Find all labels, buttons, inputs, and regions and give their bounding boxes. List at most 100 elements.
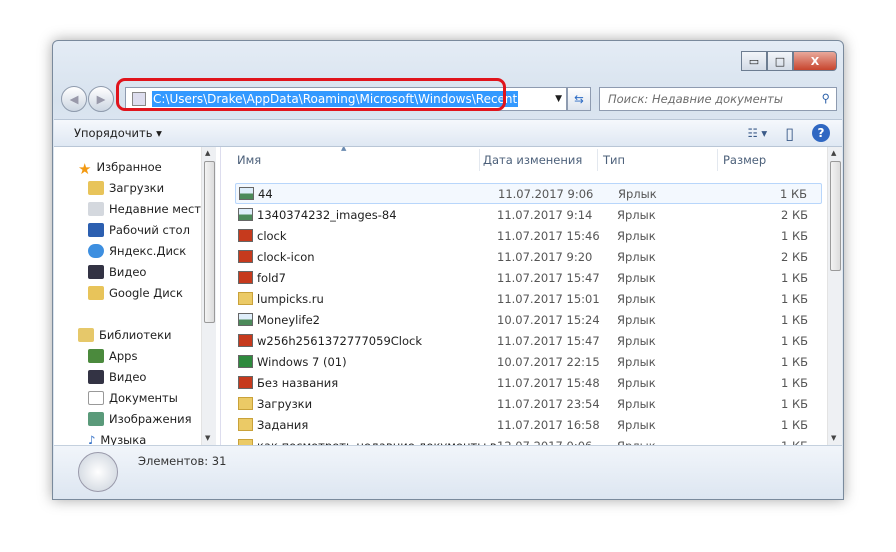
- recent-places-icon: [88, 202, 104, 216]
- cloud-icon: [88, 244, 104, 258]
- sidebar-item-yandex-disk[interactable]: Яндекс.Диск: [88, 241, 186, 261]
- file-date: 10.07.2017 22:15: [497, 354, 600, 369]
- file-row[interactable]: fold7 11.07.2017 15:47 Ярлык 1 КБ: [235, 267, 822, 288]
- downloads-folder-icon: [88, 181, 104, 195]
- search-icon[interactable]: ⚲: [822, 91, 830, 105]
- sidebar-label: Загрузки: [109, 181, 165, 195]
- file-name: Задания: [257, 417, 309, 432]
- file-name: Загрузки: [257, 396, 313, 411]
- scrollbar-thumb[interactable]: [830, 161, 841, 271]
- file-size: 1 КБ: [779, 186, 807, 201]
- column-header-size[interactable]: Размер: [723, 153, 766, 171]
- sidebar-item-pictures[interactable]: Изображения: [88, 409, 192, 429]
- search-input[interactable]: Поиск: Недавние документы ⚲: [599, 87, 837, 111]
- file-date: 11.07.2017 15:47: [497, 333, 600, 348]
- file-list-scrollbar[interactable]: ▲ ▼: [827, 147, 842, 445]
- document-icon: [88, 391, 104, 405]
- file-row[interactable]: lumpicks.ru 11.07.2017 15:01 Ярлык 1 КБ: [235, 288, 822, 309]
- column-header-type[interactable]: Тип: [603, 153, 625, 171]
- picture-red-file-icon: [238, 334, 253, 347]
- sort-ascending-icon: ▲: [341, 147, 347, 152]
- item-count: Элементов: 31: [138, 454, 227, 468]
- file-row[interactable]: 44 11.07.2017 9:06 Ярлык 1 КБ: [235, 183, 822, 204]
- sidebar-scrollbar[interactable]: ▲ ▼: [201, 147, 216, 445]
- back-button[interactable]: ◀: [61, 86, 87, 112]
- sidebar-item-downloads[interactable]: Загрузки: [88, 178, 164, 198]
- file-name: fold7: [257, 270, 286, 285]
- column-header-name[interactable]: Имя: [237, 153, 261, 171]
- file-row[interactable]: Без названия 11.07.2017 15:48 Ярлык 1 КБ: [235, 372, 822, 393]
- file-row[interactable]: Moneylife2 10.07.2017 15:24 Ярлык 1 КБ: [235, 309, 822, 330]
- sidebar-label: Google Диск: [109, 286, 183, 300]
- apps-icon: [88, 349, 104, 363]
- scroll-up-icon[interactable]: ▲: [831, 149, 836, 157]
- sidebar-item-google-drive[interactable]: Google Диск: [88, 283, 183, 303]
- scroll-down-icon[interactable]: ▼: [831, 434, 836, 442]
- sidebar-item-music[interactable]: ♪ Музыка: [88, 430, 146, 445]
- search-placeholder: Поиск: Недавние документы: [608, 92, 783, 106]
- picture-red-file-icon: [238, 250, 253, 263]
- content-area: ★ Избранное Загрузки Недавние места Рабоч…: [54, 147, 842, 445]
- minimize-button[interactable]: ▭: [741, 51, 767, 71]
- help-button[interactable]: ?: [812, 124, 830, 142]
- file-date: 10.07.2017 15:24: [497, 312, 600, 327]
- sidebar-item-lib-video[interactable]: Видео: [88, 367, 146, 387]
- file-date: 11.07.2017 9:20: [497, 249, 593, 264]
- column-divider[interactable]: [479, 149, 480, 171]
- file-row[interactable]: Windows 7 (01) 10.07.2017 22:15 Ярлык 1 …: [235, 351, 822, 372]
- column-header-date[interactable]: Дата изменения: [483, 153, 582, 171]
- scroll-up-icon[interactable]: ▲: [205, 149, 210, 157]
- file-type: Ярлык: [617, 396, 656, 411]
- preview-pane-button[interactable]: ▯: [785, 124, 794, 143]
- file-name: 44: [258, 186, 273, 201]
- sidebar-favorites[interactable]: ★ Избранное: [78, 157, 162, 178]
- file-name: clock-icon: [257, 249, 315, 264]
- file-row[interactable]: clock 11.07.2017 15:46 Ярлык 1 КБ: [235, 225, 822, 246]
- column-divider[interactable]: [717, 149, 718, 171]
- file-row[interactable]: w256h2561372777059Clock 11.07.2017 15:47…: [235, 330, 822, 351]
- file-name: Без названия: [257, 375, 339, 390]
- file-row[interactable]: Загрузки 11.07.2017 23:54 Ярлык 1 КБ: [235, 393, 822, 414]
- file-type: Ярлык: [617, 333, 656, 348]
- maximize-button[interactable]: □: [767, 51, 793, 71]
- folder-file-icon: [238, 292, 253, 305]
- sidebar-item-apps[interactable]: Apps: [88, 346, 137, 366]
- music-icon: ♪: [88, 433, 96, 445]
- file-name: Moneylife2: [257, 312, 320, 327]
- scrollbar-thumb[interactable]: [204, 161, 215, 323]
- file-size: 2 КБ: [780, 207, 808, 222]
- file-row[interactable]: Задания 11.07.2017 16:58 Ярлык 1 КБ: [235, 414, 822, 435]
- file-type: Ярлык: [617, 228, 656, 243]
- file-row[interactable]: 1340374232_images-84 11.07.2017 9:14 Ярл…: [235, 204, 822, 225]
- column-divider[interactable]: [597, 149, 598, 171]
- file-size: 1 КБ: [780, 417, 808, 432]
- address-dropdown-icon[interactable]: ▼: [555, 94, 562, 104]
- sidebar-item-recent-places[interactable]: Недавние места: [88, 199, 208, 219]
- close-button[interactable]: X: [793, 51, 837, 71]
- file-type: Ярлык: [618, 186, 657, 201]
- file-date: 11.07.2017 9:06: [498, 186, 594, 201]
- sidebar-item-desktop[interactable]: Рабочий стол: [88, 220, 190, 240]
- sidebar-label: Избранное: [96, 160, 162, 174]
- scroll-down-icon[interactable]: ▼: [205, 434, 210, 442]
- organize-button[interactable]: Упорядочить ▾: [74, 126, 162, 140]
- nav-buttons: ◀ ▶: [61, 86, 115, 112]
- sidebar-label: Видео: [109, 265, 147, 279]
- sidebar-item-documents[interactable]: Документы: [88, 388, 178, 408]
- views-button[interactable]: ☷ ▾: [747, 126, 767, 140]
- status-bar: Элементов: 31: [54, 445, 842, 499]
- file-type: Ярлык: [617, 207, 656, 222]
- star-icon: ★: [78, 160, 92, 178]
- file-row[interactable]: как посмотреть недавние документы в... 1…: [235, 435, 822, 445]
- sidebar-item-video[interactable]: Видео: [88, 262, 146, 282]
- file-date: 11.07.2017 15:48: [497, 375, 600, 390]
- sidebar-libraries[interactable]: Библиотеки: [78, 325, 172, 345]
- file-date: 11.07.2017 9:14: [497, 207, 593, 222]
- forward-button[interactable]: ▶: [88, 86, 114, 112]
- file-row[interactable]: clock-icon 11.07.2017 9:20 Ярлык 2 КБ: [235, 246, 822, 267]
- file-date: 11.07.2017 15:01: [497, 291, 600, 306]
- google-drive-folder-icon: [88, 286, 104, 300]
- file-date: 11.07.2017 15:46: [497, 228, 600, 243]
- file-name: 1340374232_images-84: [257, 207, 397, 222]
- refresh-button[interactable]: ⇆: [567, 87, 591, 111]
